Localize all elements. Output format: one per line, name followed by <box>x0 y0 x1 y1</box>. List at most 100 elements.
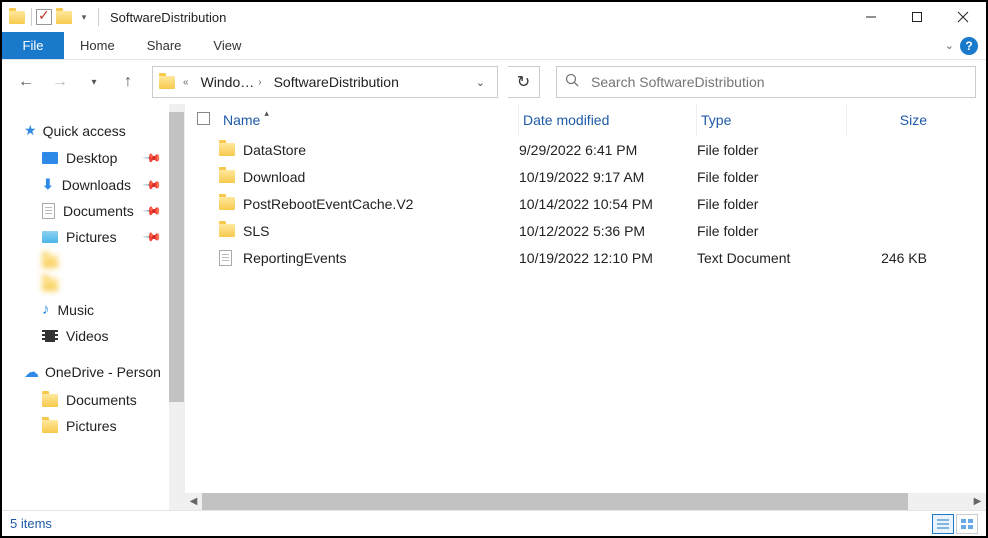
sidebar-item[interactable]: Documents <box>2 387 184 413</box>
file-date: 10/19/2022 9:17 AM <box>519 169 697 185</box>
sidebar-item-label: Quick access <box>43 123 126 139</box>
sidebar-item-label: Pictures <box>66 229 117 245</box>
forward-button[interactable]: → <box>46 68 74 96</box>
status-bar: 5 items <box>2 510 986 536</box>
file-type: File folder <box>697 196 847 212</box>
file-date: 10/14/2022 10:54 PM <box>519 196 697 212</box>
maximize-button[interactable] <box>894 2 940 32</box>
breadcrumb-segment[interactable]: Windo… › <box>195 74 268 90</box>
folder-icon <box>42 255 58 268</box>
window-title: SoftwareDistribution <box>110 10 226 25</box>
sidebar-item-label: Videos <box>66 328 109 344</box>
up-button[interactable]: ↑ <box>114 68 142 96</box>
file-date: 10/12/2022 5:36 PM <box>519 223 697 239</box>
videos-icon <box>42 330 58 342</box>
breadcrumb-label: SoftwareDistribution <box>274 74 399 90</box>
file-type: File folder <box>697 169 847 185</box>
status-text: 5 items <box>10 516 52 531</box>
sidebar-item-onedrive[interactable]: ☁ OneDrive - Person <box>2 359 184 387</box>
navigation-bar: ← → ▾ ↑ « Windo… › SoftwareDistribution … <box>2 60 986 104</box>
navigation-pane: ★ Quick access Desktop 📌 ⬇ Downloads 📌 Docume… <box>2 104 184 510</box>
recent-dropdown-icon[interactable]: ▾ <box>80 68 108 96</box>
horizontal-scrollbar[interactable]: ◀ ▶ <box>185 493 986 510</box>
quick-access-check-icon[interactable] <box>35 8 53 26</box>
sidebar-item[interactable]: ⬇Downloads📌 <box>2 171 184 198</box>
file-list-pane: Name ▴ Date modified Type Size DataStore… <box>184 104 986 510</box>
sidebar-item-label: Pictures <box>66 418 117 434</box>
search-box[interactable] <box>556 66 976 98</box>
scroll-left-icon[interactable]: ◀ <box>185 496 202 507</box>
file-type: File folder <box>697 142 847 158</box>
select-all-checkbox[interactable] <box>197 112 219 128</box>
table-row[interactable]: Download10/19/2022 9:17 AMFile folder <box>185 163 986 190</box>
tab-view[interactable]: View <box>197 32 257 59</box>
sidebar-item-label: Documents <box>66 392 137 408</box>
sidebar-item[interactable]: Documents📌 <box>2 198 184 224</box>
pin-icon: 📌 <box>142 227 162 247</box>
file-size: 246 KB <box>847 250 927 266</box>
sidebar-item[interactable] <box>2 250 184 273</box>
column-header-date[interactable]: Date modified <box>519 104 697 136</box>
scroll-right-icon[interactable]: ▶ <box>969 496 986 507</box>
sidebar-item-label: Music <box>58 302 95 318</box>
folder-icon <box>42 394 58 407</box>
sidebar-item-label: Desktop <box>66 150 117 166</box>
folder-icon <box>42 278 58 291</box>
desktop-icon <box>42 152 58 164</box>
file-name: DataStore <box>243 142 519 158</box>
pictures-icon <box>42 231 58 243</box>
table-row[interactable]: ReportingEvents10/19/2022 12:10 PMText D… <box>185 244 986 271</box>
sort-asc-icon: ▴ <box>264 108 269 119</box>
search-input[interactable] <box>591 74 967 90</box>
minimize-button[interactable] <box>848 2 894 32</box>
star-icon: ★ <box>24 122 37 139</box>
help-icon[interactable]: ? <box>960 37 978 55</box>
separator <box>31 8 32 26</box>
tab-share[interactable]: Share <box>131 32 198 59</box>
thumbnails-view-button[interactable] <box>956 514 978 534</box>
address-bar[interactable]: « Windo… › SoftwareDistribution ⌄ <box>152 66 498 98</box>
folder-icon <box>8 8 26 26</box>
breadcrumb-overflow[interactable]: « <box>177 77 195 88</box>
breadcrumb-segment[interactable]: SoftwareDistribution <box>268 74 405 90</box>
file-name: Download <box>243 169 519 185</box>
file-date: 10/19/2022 12:10 PM <box>519 250 697 266</box>
ribbon-collapse-icon[interactable]: ⌄ <box>945 39 954 52</box>
sidebar-item-label: Downloads <box>62 177 131 193</box>
cloud-icon: ☁ <box>24 363 39 381</box>
column-header-size[interactable]: Size <box>847 112 927 128</box>
downloads-icon: ⬇ <box>42 176 54 193</box>
address-dropdown-icon[interactable]: ⌄ <box>468 76 493 89</box>
sidebar-item-label: Documents <box>63 203 134 219</box>
file-name: PostRebootEventCache.V2 <box>243 196 519 212</box>
column-header-name[interactable]: Name ▴ <box>219 104 519 136</box>
folder-icon <box>42 420 58 433</box>
sidebar-item[interactable]: Desktop 📌 <box>2 145 184 171</box>
column-header-type[interactable]: Type <box>697 104 847 136</box>
refresh-button[interactable]: ↻ <box>508 66 540 98</box>
close-button[interactable] <box>940 2 986 32</box>
sidebar-item-quick-access[interactable]: ★ Quick access <box>2 118 184 145</box>
qat-dropdown-icon[interactable]: ▾ <box>75 8 93 26</box>
sidebar-item[interactable]: Videos <box>2 323 184 349</box>
sidebar-item[interactable]: Pictures 📌 <box>2 224 184 250</box>
details-view-button[interactable] <box>932 514 954 534</box>
table-row[interactable]: PostRebootEventCache.V210/14/2022 10:54 … <box>185 190 986 217</box>
file-type: Text Document <box>697 250 847 266</box>
folder-icon <box>219 143 235 156</box>
table-row[interactable]: DataStore9/29/2022 6:41 PMFile folder <box>185 136 986 163</box>
sidebar-item[interactable]: Pictures <box>2 413 184 439</box>
separator <box>98 8 99 26</box>
music-icon: ♪ <box>42 301 50 318</box>
sidebar-item[interactable]: ♪ Music <box>2 296 184 323</box>
back-button[interactable]: ← <box>12 68 40 96</box>
title-bar: ▾ SoftwareDistribution <box>2 2 986 32</box>
tab-home[interactable]: Home <box>64 32 131 59</box>
sidebar-item[interactable] <box>2 273 184 296</box>
search-icon <box>565 73 579 92</box>
pin-icon: 📌 <box>142 148 162 168</box>
sidebar-item-label: OneDrive - Person <box>45 364 161 380</box>
folder-icon <box>219 170 235 183</box>
table-row[interactable]: SLS10/12/2022 5:36 PMFile folder <box>185 217 986 244</box>
file-tab[interactable]: File <box>2 32 64 59</box>
